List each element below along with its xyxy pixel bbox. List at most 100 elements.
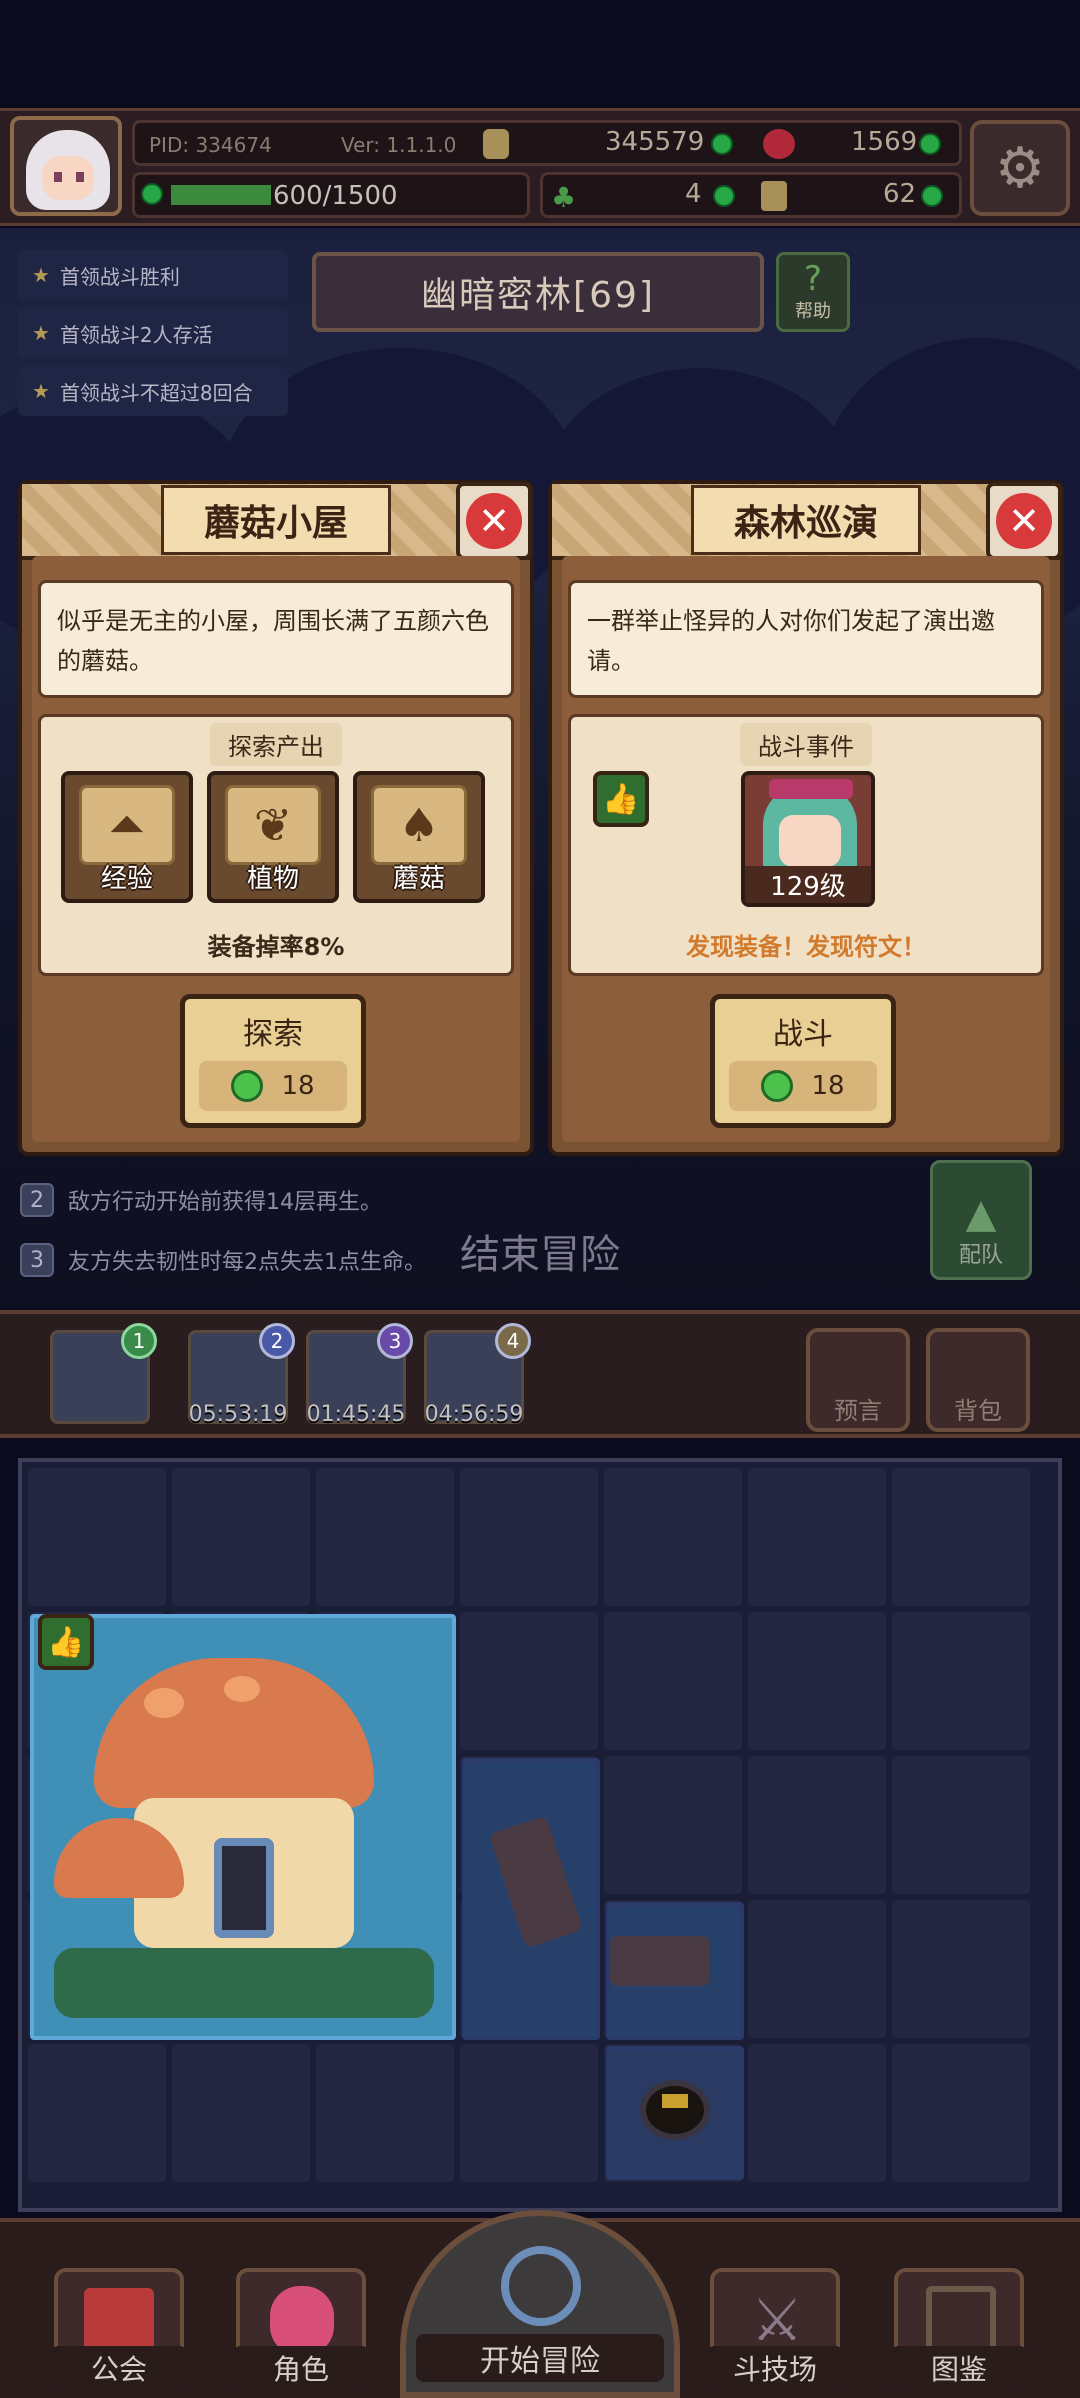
energy-bar: 600/1500 [132, 172, 530, 218]
map-cell[interactable] [748, 2044, 886, 2182]
enemy-level: 129级 [745, 866, 871, 903]
tree-stump-room[interactable] [462, 1758, 600, 2040]
energy-value: 600/1500 [273, 181, 398, 211]
map-cell[interactable] [892, 1900, 1030, 2038]
team-icon: ▲ [965, 1191, 997, 1237]
card-description: 似乎是无主的小屋，周围长满了五颜六色的蘑菇。 [38, 580, 514, 698]
clover-count: 4 [685, 179, 702, 209]
event-card-mushroom-house: 蘑菇小屋 ✕ 似乎是无主的小屋，周围长满了五颜六色的蘑菇。 探索产出 ⏶ 经验 … [18, 480, 534, 1156]
secondary-currency-row: ♣ 4 62 [540, 172, 962, 218]
energy-fill [171, 185, 271, 205]
heart-count: 1569 [851, 127, 918, 157]
discovery-text: 发现装备！发现符文！ [686, 933, 926, 961]
end-adventure-button[interactable]: 结束冒险 [450, 1160, 630, 1280]
bag-button[interactable]: 背包 [926, 1328, 1030, 1432]
room-slot[interactable]: 3 01:45:45 [306, 1323, 413, 1427]
card-title: 蘑菇小屋 [160, 485, 391, 555]
item-icon [761, 181, 787, 211]
magnifier-icon [501, 2246, 581, 2326]
dungeon-map: 👍 [18, 1458, 1062, 2212]
add-heart-icon[interactable] [919, 133, 941, 155]
map-cell[interactable] [892, 2044, 1030, 2182]
version-label: Ver: 1.1.1.0 [341, 133, 457, 157]
explore-output-section: 探索产出 ⏶ 经验 ❦ 植物 ♠ 蘑菇 装备掉率8% [38, 714, 514, 976]
reward-plant[interactable]: ❦ 植物 [207, 771, 339, 903]
gem-icon [761, 1070, 794, 1102]
map-cell[interactable] [460, 2044, 598, 2182]
card-description: 一群举止怪异的人对你们发起了演出邀请。 [568, 580, 1044, 698]
map-cell[interactable] [892, 1756, 1030, 1894]
cost: 18 [199, 1061, 347, 1111]
help-button[interactable]: ? 帮助 [776, 252, 850, 332]
map-cell[interactable] [316, 1468, 454, 1606]
card-title: 森林巡演 [690, 485, 921, 555]
leaf-icon: ❦ [225, 785, 321, 865]
map-cell[interactable] [460, 1612, 598, 1750]
clover-icon: ♣ [551, 181, 577, 214]
add-clover-icon[interactable] [713, 185, 735, 207]
close-button[interactable]: ✕ [456, 482, 532, 560]
pit-room[interactable] [606, 2046, 744, 2180]
map-cell[interactable] [28, 1468, 166, 1606]
section-title: 探索产出 [210, 723, 342, 766]
map-cell[interactable] [604, 1468, 742, 1606]
add-item-icon[interactable] [921, 185, 943, 207]
mushroom-house-room[interactable] [30, 1614, 456, 2040]
nav-guild[interactable]: 公会 [52, 2268, 186, 2390]
room-slot[interactable]: 4 04:56:59 [424, 1323, 531, 1427]
map-cell[interactable] [604, 1612, 742, 1750]
coin-icon [483, 129, 509, 159]
close-icon: ✕ [996, 493, 1052, 549]
room-slot[interactable]: 1 [50, 1323, 157, 1424]
drop-rate: 装备掉率8% [207, 933, 345, 961]
exp-icon: ⏶ [79, 785, 175, 865]
map-cell[interactable] [28, 2044, 166, 2182]
nav-arena[interactable]: ⚔ 斗技场 [708, 2268, 842, 2390]
event-card-forest-tour: 森林巡演 ✕ 一群举止怪异的人对你们发起了演出邀请。 战斗事件 👍 129级 发… [548, 480, 1064, 1156]
quest-item: ★ 首领战斗不超过8回合 [18, 366, 288, 416]
star-icon: ★ [32, 263, 50, 287]
nav-codex[interactable]: 图鉴 [892, 2268, 1026, 2390]
player-info-row: PID: 334674 Ver: 1.1.1.0 345579 1569 [132, 120, 962, 166]
tree-stump-room[interactable] [606, 1902, 744, 2040]
map-cell[interactable] [892, 1612, 1030, 1750]
map-cell[interactable] [460, 1468, 598, 1606]
reward-mushroom[interactable]: ♠ 蘑菇 [353, 771, 485, 903]
gear-icon: ⚙ [994, 135, 1046, 201]
map-cell[interactable] [892, 1468, 1030, 1606]
enemy-portrait[interactable]: 129级 [741, 771, 875, 907]
rule-item: 2 敌方行动开始前获得14层再生。 [20, 1176, 382, 1224]
explore-button[interactable]: 探索 18 [180, 994, 366, 1128]
settings-button[interactable]: ⚙ [970, 120, 1070, 216]
prophecy-button[interactable]: 预言 [806, 1328, 910, 1432]
close-button[interactable]: ✕ [986, 482, 1062, 560]
player-avatar[interactable] [10, 116, 122, 216]
reward-exp[interactable]: ⏶ 经验 [61, 771, 193, 903]
thumbs-up-icon: 👍 [593, 771, 649, 827]
map-cell[interactable] [748, 1612, 886, 1750]
battle-button[interactable]: 战斗 18 [710, 994, 896, 1128]
cost: 18 [729, 1061, 877, 1111]
map-cell[interactable] [748, 1756, 886, 1894]
map-cell[interactable] [172, 1468, 310, 1606]
map-cell[interactable] [316, 2044, 454, 2182]
card-header: 森林巡演 [552, 484, 1060, 560]
zone-title: 幽暗密林[69] [312, 252, 764, 332]
item-count: 62 [883, 179, 917, 209]
card-header: 蘑菇小屋 [22, 484, 530, 560]
heart-icon [763, 129, 795, 159]
map-cell[interactable] [748, 1468, 886, 1606]
map-cell[interactable] [748, 1900, 886, 2038]
section-title: 战斗事件 [740, 723, 872, 766]
map-cell[interactable] [172, 2044, 310, 2182]
add-coin-icon[interactable] [711, 133, 733, 155]
coin-count: 345579 [605, 127, 705, 157]
map-cell[interactable] [604, 1756, 742, 1894]
question-icon: ? [803, 259, 823, 299]
team-button[interactable]: ▲ 配队 [930, 1160, 1032, 1280]
pid-label: PID: 334674 [149, 133, 272, 157]
nav-character[interactable]: 角色 [234, 2268, 368, 2390]
room-slot[interactable]: 2 05:53:19 [188, 1323, 295, 1427]
quest-item: ★ 首领战斗2人存活 [18, 308, 288, 358]
rule-item: 3 友方失去韧性时每2点失去1点生命。 [20, 1236, 426, 1284]
